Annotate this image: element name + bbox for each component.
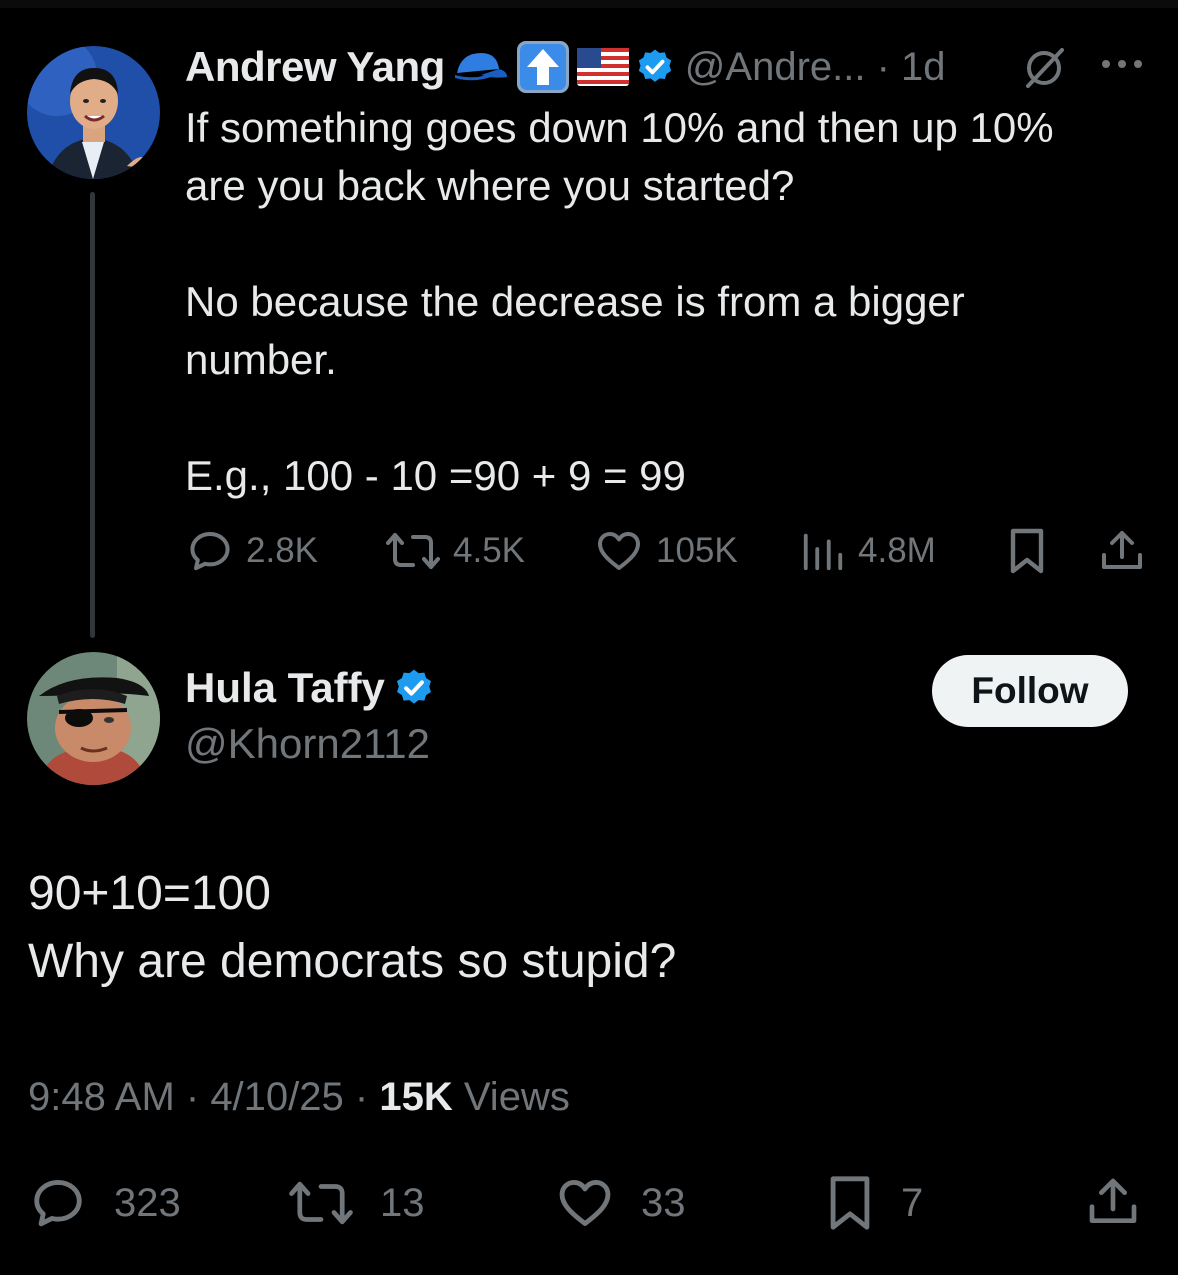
- verified-badge-icon: [635, 47, 675, 87]
- up-arrow-emoji-icon: [515, 39, 571, 95]
- reply-text: 90+10=100 Why are democrats so stupid?: [28, 860, 1148, 996]
- views-button[interactable]: 4.8M: [800, 527, 936, 575]
- reply-author-row: Hula Taffy: [185, 664, 435, 712]
- like-count: 105K: [656, 531, 738, 570]
- reply-count: 323: [114, 1180, 181, 1225]
- cap-emoji-icon: [451, 47, 509, 87]
- follow-button[interactable]: Follow: [932, 655, 1128, 727]
- hula-taffy-avatar[interactable]: [27, 652, 160, 785]
- reply-button[interactable]: 2.8K: [186, 527, 318, 575]
- like-icon: [559, 1180, 611, 1226]
- handle-and-time[interactable]: @Andre... · 1d: [685, 45, 946, 90]
- views-count: 4.8M: [858, 531, 936, 570]
- repost-count: 4.5K: [453, 531, 525, 570]
- share-icon: [1102, 531, 1142, 569]
- us-flag-emoji-icon: [576, 48, 629, 86]
- tweet-line: E.g., 100 - 10 =90 + 9 = 99: [185, 452, 686, 499]
- author-name[interactable]: Andrew Yang: [185, 43, 445, 91]
- verified-badge-icon: [393, 667, 435, 709]
- timestamp-row: 9:48 AM · 4/10/25 · 15K Views: [28, 1075, 570, 1120]
- tweet-text: If something goes down 10% and then up 1…: [185, 99, 1145, 505]
- tweet-header: Andrew Yang @Andre... · 1d: [185, 38, 946, 96]
- tweet-line: number.: [185, 336, 337, 383]
- top-divider: [0, 0, 1178, 8]
- repost-count: 13: [380, 1180, 425, 1225]
- views-label: Views: [463, 1075, 570, 1119]
- reply-line: Why are democrats so stupid?: [28, 935, 677, 988]
- views-total: 15K: [379, 1075, 453, 1119]
- reply-handle[interactable]: @Khorn2112: [185, 720, 430, 768]
- share-button[interactable]: [1098, 526, 1158, 576]
- repost-button[interactable]: 4.5K: [385, 527, 525, 575]
- reply-actions: 323 13 33 7: [0, 1170, 1178, 1236]
- reply-icon: [34, 1180, 82, 1227]
- reply-count: 2.8K: [246, 531, 318, 570]
- grok-icon[interactable]: [1020, 44, 1068, 97]
- bookmark-icon: [1010, 528, 1044, 574]
- like-icon: [598, 532, 640, 570]
- more-icon[interactable]: [1098, 52, 1148, 81]
- tweet-line: No because the decrease is from a bigger: [185, 278, 965, 325]
- repost-button[interactable]: 13: [288, 1174, 425, 1232]
- reply-line: 90+10=100: [28, 867, 271, 920]
- bookmark-button[interactable]: 7: [825, 1174, 923, 1232]
- share-icon: [1089, 1178, 1137, 1223]
- tweet-line: If something goes down 10% and then up 1…: [185, 104, 1054, 151]
- like-count: 33: [641, 1180, 686, 1225]
- like-button[interactable]: 105K: [594, 527, 738, 575]
- reply-icon: [190, 532, 230, 571]
- bookmark-count: 7: [901, 1180, 924, 1225]
- repost-icon: [386, 533, 440, 569]
- repost-icon: [289, 1181, 353, 1225]
- tweet-actions: 2.8K 4.5K 105K 4.8M: [0, 522, 1178, 582]
- reply-button[interactable]: 323: [28, 1174, 181, 1232]
- bookmark-icon: [830, 1176, 870, 1230]
- post-time[interactable]: 9:48 AM: [28, 1075, 175, 1119]
- views-icon: [803, 533, 843, 571]
- share-button[interactable]: [1085, 1172, 1167, 1232]
- andrew-yang-avatar[interactable]: [27, 46, 160, 179]
- separator: ·: [343, 1075, 380, 1119]
- reply-author-name[interactable]: Hula Taffy: [185, 664, 385, 712]
- like-button[interactable]: 33: [555, 1174, 686, 1232]
- tweet-line: are you back where you started?: [185, 162, 795, 209]
- bookmark-button[interactable]: [1006, 527, 1060, 575]
- post-date[interactable]: 4/10/25: [210, 1075, 343, 1119]
- separator: ·: [174, 1075, 211, 1119]
